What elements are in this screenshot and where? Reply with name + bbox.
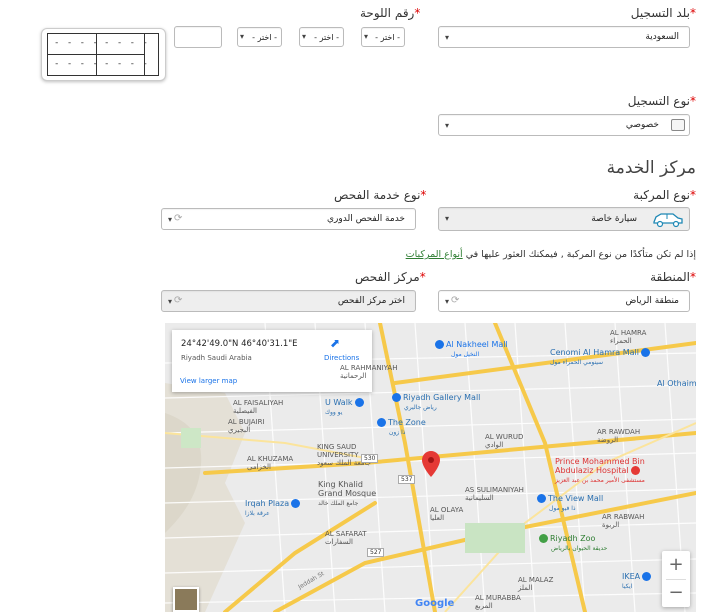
map-place-uwalk[interactable]: U Walk يو ووك bbox=[325, 398, 366, 417]
google-logo: Google bbox=[415, 598, 455, 609]
chevron-down-icon: ▾ bbox=[445, 214, 450, 223]
vehicle-type-select[interactable]: سيارة خاصة ▾ bbox=[438, 207, 690, 231]
license-plate-icon bbox=[671, 119, 685, 131]
map-district-hamra: AL HAMRA الحمراء bbox=[610, 329, 647, 345]
road-shield-527: 527 bbox=[367, 548, 385, 557]
map-place-othaim[interactable]: Al Othaim M bbox=[657, 379, 696, 388]
map-district-olaya: AL OLAYA العليا bbox=[430, 506, 464, 522]
country-value: السعودية bbox=[645, 32, 679, 42]
plate-divider-horizontal bbox=[48, 54, 144, 55]
reg-type-value: خصوصي bbox=[625, 120, 659, 130]
zoom-controls: + − bbox=[662, 551, 690, 607]
layers-thumbnail[interactable] bbox=[173, 587, 199, 612]
center-select[interactable]: اختر مركز الفحص ⟳ ▾ bbox=[161, 290, 416, 312]
service-type-select[interactable]: خدمة الفحص الدوري ⟳ ▾ bbox=[161, 208, 416, 230]
map-district-murabba: AL MURABBA المربع bbox=[475, 594, 521, 610]
map-place-mosque[interactable]: King Khalid Grand Mosque جامع الملك خالد bbox=[318, 480, 376, 508]
plate-select-3-value: - اختر - bbox=[252, 32, 277, 42]
region-label: *المنطقة bbox=[650, 270, 696, 284]
map-district-wadi: AL WURUD الوادي bbox=[485, 433, 524, 449]
map-district-safarat: AL SAFARAT السفارات bbox=[325, 530, 367, 546]
zoom-in-button[interactable]: + bbox=[662, 551, 690, 579]
map-district-khuzama: AL KHUZAMA الخزامى bbox=[247, 455, 294, 471]
plate-label: *رقم اللوحة bbox=[360, 6, 421, 20]
plate-select-2-value: - اختر - bbox=[314, 32, 339, 42]
map-district-malaz: AL MALAZ الملز bbox=[518, 576, 554, 592]
map-district-bujairi: AL BUJAIRI البجيري bbox=[228, 418, 265, 434]
plate-select-2[interactable]: - اختر - ▾ bbox=[299, 27, 344, 47]
plate-letters-en: - - - - bbox=[104, 59, 149, 69]
map-district-rahmaniyah: AL RAHMANIYAH الرحمانية bbox=[340, 364, 398, 380]
map-place-prince-hospital[interactable]: Prince Mohammed Bin Abdulaziz Hospital مست… bbox=[555, 457, 645, 485]
plate-digits-ar: - - - - bbox=[54, 38, 99, 48]
reg-type-label: *نوع التسجيل bbox=[627, 94, 696, 108]
vehicle-hint-text: إذا لم تكن متأكدًا من نوع المركبة , فيمك… bbox=[465, 249, 696, 260]
zoom-out-button[interactable]: − bbox=[662, 579, 690, 607]
map-district-sulimaniyah: AS SULIMANIYAH السليمانية bbox=[465, 486, 524, 502]
vehicle-type-label: *نوع المركبة bbox=[633, 188, 696, 202]
chevron-down-icon: ▾ bbox=[240, 32, 245, 41]
map-place-irqah[interactable]: Irqah Plaza عرقة بلازا bbox=[245, 499, 302, 518]
map-coords: 24°42'49.0"N 46°40'31.1"E bbox=[181, 339, 298, 349]
plate-letters-ar: - - - - bbox=[104, 38, 149, 48]
region-value: منطقة الرياض bbox=[625, 296, 680, 306]
center-value: اختر مركز الفحص bbox=[337, 296, 405, 306]
map-place-zoo[interactable]: Riyadh Zoo حديقة الحيوان بالرياض bbox=[537, 534, 607, 553]
chevron-down-icon: ▾ bbox=[364, 32, 369, 41]
region-select[interactable]: منطقة الرياض ⟳ ▾ bbox=[438, 290, 690, 312]
service-type-label: *نوع خدمة الفحص bbox=[334, 188, 427, 202]
vehicle-type-value: سيارة خاصة bbox=[591, 214, 637, 224]
center-label: *مركز الفحص bbox=[355, 270, 426, 284]
directions-link[interactable]: Directions bbox=[324, 354, 359, 362]
map-district-rabwah: AR RABWAH الربوة bbox=[602, 513, 645, 529]
map-embed[interactable]: 24°42'49.0"N 46°40'31.1"E Riyadh Saudi A… bbox=[165, 323, 696, 612]
reg-type-select[interactable]: خصوصي ▾ bbox=[438, 114, 690, 136]
map-place-cenomi[interactable]: Cenomi Al Hamra Mall سينومي الحمراء مول bbox=[550, 348, 652, 367]
map-place-ikea[interactable]: IKEA ايكيا bbox=[622, 572, 653, 591]
plate-frame: - - - - - - - - - - - - - - - - bbox=[47, 33, 159, 76]
map-info-card: 24°42'49.0"N 46°40'31.1"E Riyadh Saudi A… bbox=[172, 330, 372, 392]
map-address: Riyadh Saudi Arabia bbox=[181, 354, 252, 362]
plate-select-1-value: - اختر - bbox=[375, 32, 400, 42]
map-district-faisaliyah: AL FAISALIYAH الفيصلية bbox=[233, 399, 284, 415]
refresh-icon: ⟳ bbox=[174, 213, 183, 224]
plate-digits-en: - - - - bbox=[54, 59, 99, 69]
plate-number-input[interactable] bbox=[174, 26, 222, 48]
chevron-down-icon: ▾ bbox=[302, 32, 307, 41]
map-place-gallery[interactable]: Riyadh Gallery Mall رياض جاليري bbox=[390, 393, 480, 412]
directions-icon[interactable]: ⬈ bbox=[328, 336, 342, 350]
plate-select-1[interactable]: - اختر - ▾ bbox=[361, 27, 405, 47]
road-shield-530: 530 bbox=[361, 454, 379, 463]
chevron-down-icon: ▾ bbox=[168, 297, 173, 306]
map-place-viewmall[interactable]: The View Mall ذا فيو مول bbox=[535, 494, 603, 513]
vehicle-types-link[interactable]: أنواع المركبات bbox=[406, 249, 463, 260]
country-label: *بلد التسجيل bbox=[630, 6, 696, 20]
chevron-down-icon: ▾ bbox=[445, 121, 450, 130]
chevron-down-icon: ▾ bbox=[445, 33, 450, 42]
chevron-down-icon: ▾ bbox=[445, 297, 450, 306]
country-select[interactable]: السعودية ▾ bbox=[438, 26, 690, 48]
map-place-zone[interactable]: The Zone ذا زون bbox=[375, 418, 426, 437]
plate-select-3[interactable]: - اختر - ▾ bbox=[237, 27, 282, 47]
refresh-icon: ⟳ bbox=[451, 295, 460, 306]
refresh-icon: ⟳ bbox=[174, 295, 183, 306]
map-pin-icon bbox=[422, 451, 440, 477]
map-place-nakheel[interactable]: Al Nakheel Mall النخيل مول bbox=[433, 340, 508, 359]
car-icon bbox=[653, 213, 683, 228]
map-district-rawdah: AR RAWDAH الروضة bbox=[597, 428, 641, 444]
section-title: مركز الخدمة bbox=[606, 158, 696, 178]
plate-preview: - - - - - - - - - - - - - - - - bbox=[41, 28, 166, 81]
vehicle-hint: إذا لم تكن متأكدًا من نوع المركبة , فيمك… bbox=[406, 249, 696, 260]
road-shield-537: 537 bbox=[398, 475, 416, 484]
chevron-down-icon: ▾ bbox=[168, 215, 173, 224]
service-type-value: خدمة الفحص الدوري bbox=[327, 214, 405, 224]
view-larger-map-link[interactable]: View larger map bbox=[180, 377, 237, 385]
